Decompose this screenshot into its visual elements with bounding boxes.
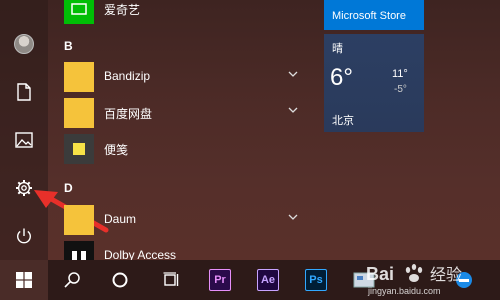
app-list: 爱奇艺 B Bandizip 百度网盘 便笺 D Daum Dolby Acce… <box>56 0 310 271</box>
weather-low: -5° <box>394 84 407 95</box>
premiere-icon: Pr <box>209 269 231 291</box>
documents-icon <box>17 83 31 101</box>
after-effects-icon: Ae <box>257 269 279 291</box>
chevron-down-icon <box>288 107 298 113</box>
weather-condition: 晴 <box>332 43 343 55</box>
search-button[interactable] <box>48 260 96 300</box>
weather-temperature: 6° <box>330 64 353 91</box>
svg-text:Bai: Bai <box>366 264 394 284</box>
app-item-baidu-netdisk[interactable]: 百度网盘 <box>56 96 310 130</box>
task-view-icon <box>163 272 179 286</box>
svg-text:经验: 经验 <box>430 266 462 284</box>
folder-icon <box>64 98 94 128</box>
chevron-down-icon <box>288 71 298 77</box>
taskbar-photoshop[interactable]: Ps <box>292 260 340 300</box>
app-item-iqiyi[interactable]: 爱奇艺 <box>56 0 310 26</box>
windows-icon <box>16 272 32 288</box>
tiles-area: Microsoft Store 晴 6° 11° -5° 北京 <box>324 0 500 260</box>
weather-tile[interactable]: 晴 6° 11° -5° 北京 <box>324 34 424 132</box>
app-label-daum: Daum <box>104 212 137 226</box>
taskbar-premiere[interactable]: Pr <box>196 260 244 300</box>
search-icon <box>64 272 80 288</box>
sticky-notes-icon <box>64 134 94 164</box>
user-avatar-button[interactable] <box>6 26 42 62</box>
iqiyi-icon <box>64 0 94 24</box>
pictures-button[interactable] <box>6 122 42 158</box>
cortana-icon <box>112 272 128 288</box>
weather-high: 11° <box>392 68 408 80</box>
group-letter-d[interactable]: D <box>64 181 73 195</box>
app-label-baidu-netdisk: 百度网盘 <box>104 107 153 121</box>
app-label-sticky-notes: 便笺 <box>104 143 129 157</box>
photoshop-icon: Ps <box>305 269 327 291</box>
documents-button[interactable] <box>6 74 42 110</box>
group-letter-b[interactable]: B <box>64 39 73 53</box>
start-button[interactable] <box>0 260 48 300</box>
app-label-iqiyi: 爱奇艺 <box>104 3 141 17</box>
weather-city: 北京 <box>332 115 354 127</box>
app-label-bandizip: Bandizip <box>104 69 151 83</box>
baidu-jingyan-watermark: Bai 经验 jingyan.baidu.com <box>358 258 498 298</box>
user-avatar <box>14 34 34 54</box>
taskbar-after-effects[interactable]: Ae <box>244 260 292 300</box>
app-item-bandizip[interactable]: Bandizip <box>56 60 310 94</box>
microsoft-store-label: Microsoft Store <box>332 10 406 22</box>
svg-text:jingyan.baidu.com: jingyan.baidu.com <box>367 286 441 296</box>
app-item-sticky-notes[interactable]: 便笺 <box>56 132 310 166</box>
microsoft-store-tile[interactable]: Microsoft Store <box>324 0 424 30</box>
cortana-button[interactable] <box>96 260 144 300</box>
chevron-down-icon <box>288 214 298 220</box>
task-view-button[interactable] <box>148 260 196 300</box>
pictures-icon <box>15 132 33 148</box>
folder-icon <box>64 62 94 92</box>
folder-icon <box>64 205 94 235</box>
app-item-daum[interactable]: Daum <box>56 203 310 237</box>
